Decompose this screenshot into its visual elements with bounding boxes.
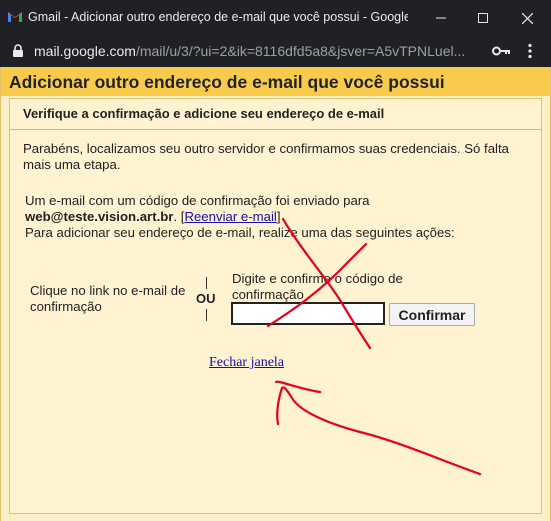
or-separator: OU <box>196 291 216 306</box>
option-click-link: Clique no link no e-mail de confirmação <box>30 283 186 314</box>
lock-icon <box>13 44 23 57</box>
url-path: /mail/u/3/?ui=2&ik=8116dfd5a8&jsver=A5vT… <box>135 43 466 59</box>
email-address: web@teste.vision.art.br <box>25 209 174 224</box>
email-suffix: . <box>173 209 178 224</box>
panel-subheader: Verifique a confirmação e adicione seu e… <box>10 99 541 130</box>
maximize-button[interactable] <box>461 0 505 36</box>
gmail-icon <box>8 12 22 22</box>
url-text[interactable]: mail.google.com/mail/u/3/?ui=2&ik=8116df… <box>34 43 482 59</box>
confirmation-panel: Verifique a confirmação e adicione seu e… <box>9 98 542 514</box>
add-email-dialog: Adicionar outro endereço de e-mail que v… <box>0 67 551 521</box>
minimize-button[interactable] <box>419 0 463 36</box>
dialog-header: Adicionar outro endereço de e-mail que v… <box>1 67 550 96</box>
url-host: mail.google.com <box>34 43 136 59</box>
window-title: Gmail - Adicionar outro endereço de e-ma… <box>28 10 408 24</box>
option-enter-code: Digite e confirme o código de confirmaçã… <box>232 271 403 302</box>
address-bar[interactable]: mail.google.com/mail/u/3/?ui=2&ik=8116df… <box>0 36 551 67</box>
confirmation-code-input[interactable] <box>231 302 385 325</box>
minimize-icon <box>436 17 446 19</box>
maximize-icon <box>478 13 488 23</box>
divider-line-top <box>206 277 207 289</box>
panel-subtitle: Verifique a confirmação e adicione seu e… <box>23 106 385 121</box>
more-options-icon[interactable] <box>527 43 533 59</box>
close-icon <box>521 12 533 24</box>
sent-text: Um e-mail com um código de confirmação f… <box>25 193 370 208</box>
close-window-link[interactable]: Fechar janela <box>209 355 284 371</box>
close-window-button[interactable] <box>505 0 549 36</box>
dialog-title: Adicionar outro endereço de e-mail que v… <box>9 72 445 92</box>
resend-email-link[interactable]: Reenviar e-mail <box>184 209 276 224</box>
confirm-button[interactable]: Confirmar <box>389 303 475 326</box>
close-bracket: ] <box>276 209 281 224</box>
sent-paragraph: Um e-mail com um código de confirmação f… <box>25 193 530 225</box>
window-titlebar: Gmail - Adicionar outro endereço de e-ma… <box>0 0 551 36</box>
key-icon[interactable] <box>492 45 510 57</box>
instruction-text: Para adicionar seu endereço de e-mail, r… <box>25 225 455 240</box>
divider-line-bottom <box>206 309 207 321</box>
success-paragraph: Parabéns, localizamos seu outro servidor… <box>23 141 509 172</box>
